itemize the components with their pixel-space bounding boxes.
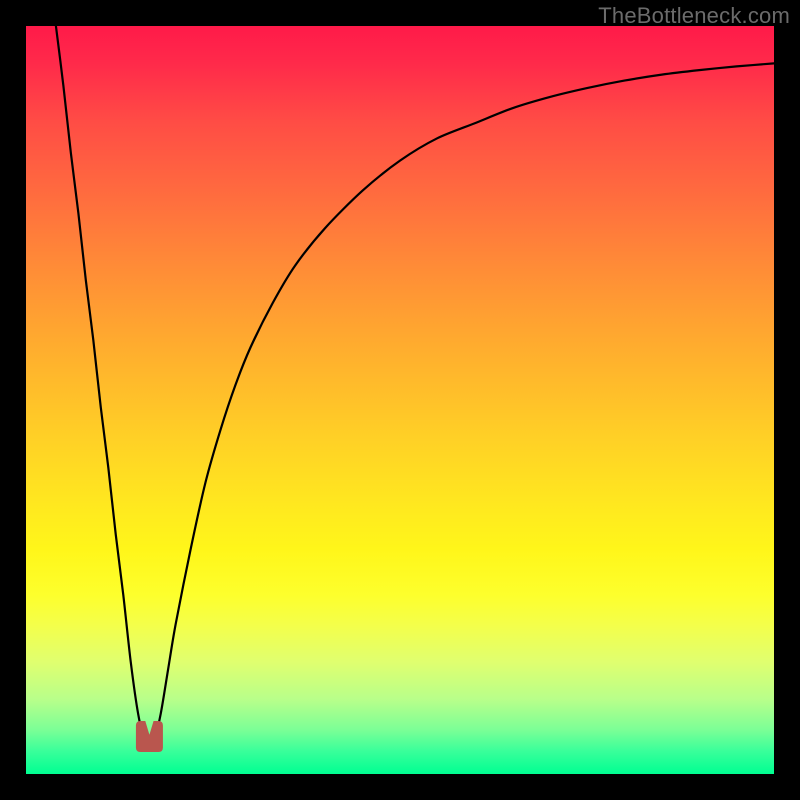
chart-frame: TheBottleneck.com bbox=[0, 0, 800, 800]
minimum-marker bbox=[136, 722, 162, 752]
bottleneck-curve bbox=[56, 26, 774, 747]
watermark-text: TheBottleneck.com bbox=[598, 3, 790, 29]
plot-area bbox=[26, 26, 774, 774]
curve-layer bbox=[26, 26, 774, 774]
